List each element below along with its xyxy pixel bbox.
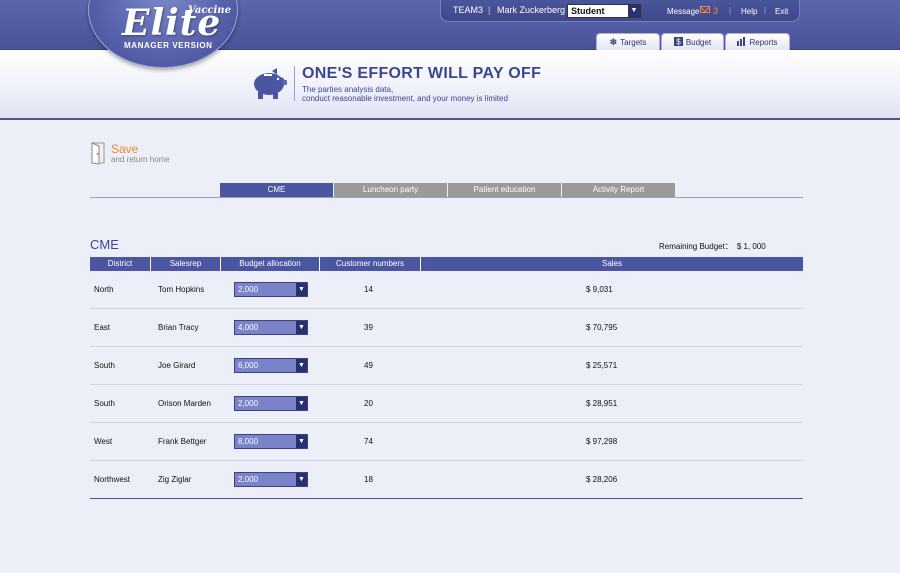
customer-numbers-cell: 18 — [364, 475, 373, 484]
district-cell: Northwest — [94, 475, 131, 484]
svg-text:$: $ — [676, 38, 681, 47]
district-cell: South — [94, 399, 115, 408]
district-cell: South — [94, 361, 115, 370]
table-row: South Joe Girard 6,000 ▼ 49 $ 25,571 — [90, 347, 803, 385]
chevron-down-icon[interactable]: ▼ — [296, 473, 307, 486]
chevron-down-icon[interactable]: ▼ — [296, 397, 307, 410]
budget-allocation-select[interactable]: 2,000 ▼ — [234, 282, 308, 297]
salesrep-cell: Zig Ziglar — [158, 475, 192, 484]
save-sublabel[interactable]: and return home — [111, 155, 170, 164]
role-select[interactable]: Student ▼ — [567, 4, 641, 18]
budget-allocation-select[interactable]: 4,000 ▼ — [234, 320, 308, 335]
tab-underline — [90, 197, 803, 198]
table-row: South Orison Marden 2,000 ▼ 20 $ 28,951 — [90, 385, 803, 423]
logo-subtitle: MANAGER VERSION — [124, 41, 213, 50]
nav-tab-budget[interactable]: $ Budget — [661, 33, 724, 50]
slogan-subtext-1: The parties analysis data, — [302, 85, 394, 94]
table-row: North Tom Hopkins 2,000 ▼ 14 $ 9,031 — [90, 271, 803, 309]
tab-luncheon-party[interactable]: Luncheon party — [334, 183, 447, 197]
column-header-district: District — [90, 257, 151, 271]
section-title: CME — [90, 237, 119, 252]
help-link[interactable]: Help — [741, 7, 757, 16]
user-bar: TEAM3 | Mark Zuckerberg Student ▼ Messag… — [440, 0, 800, 22]
nav-tab-label: Targets — [620, 38, 647, 47]
tab-patient-education[interactable]: Patient education — [448, 183, 561, 197]
banner-divider — [294, 66, 295, 101]
nav-tab-label: Budget — [685, 38, 712, 47]
logo-superscript: Vaccine — [188, 5, 231, 16]
salesrep-cell: Brian Tracy — [158, 323, 199, 332]
budget-allocation-value: 2,000 — [238, 285, 259, 294]
slogan-subtext-2: conduct reasonable investment, and your … — [302, 94, 508, 103]
salesrep-cell: Joe Girard — [158, 361, 196, 370]
chevron-down-icon[interactable]: ▼ — [296, 321, 307, 334]
salesrep-cell: Orison Marden — [158, 399, 211, 408]
table-header: District Salesrep Budget allocation Cust… — [90, 257, 803, 271]
tab-cme[interactable]: CME — [220, 183, 333, 197]
remaining-budget-value: $ 1, 000 — [736, 242, 766, 251]
chevron-down-icon[interactable]: ▼ — [296, 283, 307, 296]
team-name: TEAM3 — [453, 5, 484, 15]
piggy-bank-icon — [254, 68, 287, 99]
table-row: Northwest Zig Ziglar 2,000 ▼ 18 $ 28,206 — [90, 461, 803, 499]
user-name: Mark Zuckerberg — [497, 5, 566, 15]
message-link[interactable]: Message — [667, 7, 699, 16]
budget-allocation-select[interactable]: 2,000 ▼ — [234, 472, 308, 487]
sales-cell: $ 25,571 — [586, 361, 618, 370]
separator: | — [488, 5, 491, 15]
chevron-down-icon[interactable]: ▼ — [296, 435, 307, 448]
chevron-down-icon[interactable]: ▼ — [296, 359, 307, 372]
globe-icon: ✽ — [609, 37, 618, 47]
nav-tab-label: Reports — [749, 38, 778, 47]
customer-numbers-cell: 20 — [364, 399, 373, 408]
customer-numbers-cell: 49 — [364, 361, 373, 370]
chevron-down-icon[interactable]: ▼ — [628, 5, 640, 17]
remaining-budget-label: Remaining Budget： — [659, 242, 733, 251]
sales-cell: $ 28,951 — [586, 399, 618, 408]
separator: | — [729, 6, 732, 15]
nav-tab-targets[interactable]: ✽ Targets — [596, 33, 660, 50]
slogan-title: ONE'S EFFORT WILL PAY OFF — [302, 65, 542, 82]
column-header-salesrep: Salesrep — [151, 257, 221, 271]
budget-allocation-value: 6,000 — [238, 361, 259, 370]
budget-allocation-value: 4,000 — [238, 323, 259, 332]
customer-numbers-cell: 14 — [364, 285, 373, 294]
district-cell: East — [94, 323, 111, 332]
salesrep-cell: Tom Hopkins — [158, 285, 205, 294]
tab-activity-report[interactable]: Activity Report — [562, 183, 675, 197]
salesrep-cell: Frank Bettger — [158, 437, 207, 446]
customer-numbers-cell: 39 — [364, 323, 373, 332]
column-header-budget: Budget allocation — [221, 257, 320, 271]
column-header-sales: Sales — [601, 259, 622, 268]
sales-cell: $ 70,795 — [586, 323, 618, 332]
envelope-icon[interactable] — [700, 6, 710, 13]
customer-numbers-cell: 74 — [364, 437, 373, 446]
column-header-customers: Customer numbers — [320, 257, 421, 271]
sales-cell: $ 28,206 — [586, 475, 618, 484]
nav-tab-reports[interactable]: Reports — [725, 33, 790, 50]
sales-cell: $ 9,031 — [586, 285, 613, 294]
budget-allocation-select[interactable]: 2,000 ▼ — [234, 396, 308, 411]
dollar-icon: $ — [673, 34, 683, 50]
exit-link[interactable]: Exit — [775, 7, 788, 16]
door-icon[interactable] — [90, 141, 108, 165]
budget-allocation-value: 2,000 — [238, 399, 259, 408]
table-row: East Brian Tracy 4,000 ▼ 39 $ 70,795 — [90, 309, 803, 347]
message-count[interactable]: 3 — [713, 6, 718, 16]
district-cell: North — [94, 285, 114, 294]
budget-allocation-value: 2,000 — [238, 475, 259, 484]
bar-chart-icon — [737, 34, 746, 50]
separator: | — [764, 6, 767, 15]
sales-cell: $ 97,298 — [586, 437, 618, 446]
budget-allocation-value: 8,000 — [238, 437, 259, 446]
budget-allocation-select[interactable]: 8,000 ▼ — [234, 434, 308, 449]
role-select-value: Student — [571, 6, 605, 16]
budget-allocation-select[interactable]: 6,000 ▼ — [234, 358, 308, 373]
remaining-budget: Remaining Budget： $ 1, 000 — [659, 241, 766, 252]
save-label[interactable]: Save — [111, 142, 138, 156]
district-cell: West — [94, 437, 113, 446]
table-row: West Frank Bettger 8,000 ▼ 74 $ 97,298 — [90, 423, 803, 461]
